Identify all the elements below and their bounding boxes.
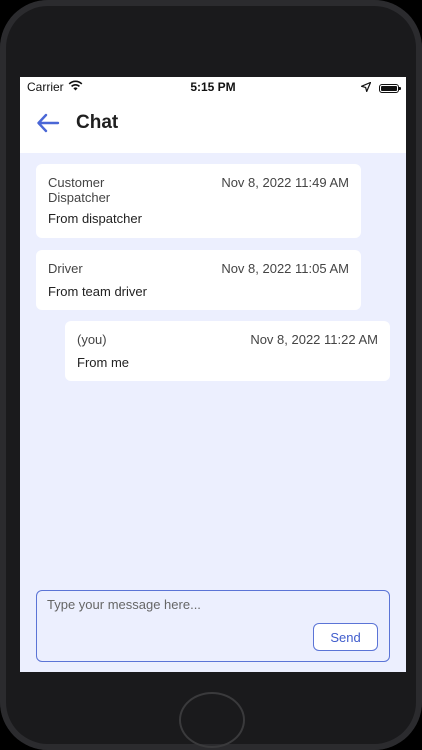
app-bar: Chat <box>20 97 406 153</box>
phone-device: Carrier 5:15 PM Chat Customer Dispatcher… <box>0 0 422 750</box>
message-timestamp: Nov 8, 2022 11:22 AM <box>250 332 378 347</box>
message-text: From dispatcher <box>48 211 142 226</box>
location-arrow-icon <box>360 81 372 95</box>
own-message-bubble: (you) Nov 8, 2022 11:22 AM From me <box>65 321 390 381</box>
back-button[interactable] <box>34 111 62 139</box>
message-bubble: Driver Nov 8, 2022 11:05 AM From team dr… <box>36 250 361 310</box>
message-composer: Send <box>36 590 390 662</box>
page-title: Chat <box>76 112 119 133</box>
message-sender: Driver <box>48 261 83 276</box>
status-right <box>360 81 401 95</box>
message-bubble: Customer Dispatcher Nov 8, 2022 11:49 AM… <box>36 164 361 238</box>
arrow-left-icon <box>36 113 60 138</box>
message-timestamp: Nov 8, 2022 11:49 AM <box>221 175 349 190</box>
message-text: From me <box>77 355 129 370</box>
status-bar: Carrier 5:15 PM <box>20 77 406 97</box>
app-screen: Carrier 5:15 PM Chat Customer Dispatcher… <box>20 77 406 672</box>
message-text: From team driver <box>48 284 147 299</box>
home-button[interactable] <box>179 692 245 748</box>
message-timestamp: Nov 8, 2022 11:05 AM <box>221 261 349 276</box>
status-time: 5:15 PM <box>190 80 236 94</box>
message-sender: Customer Dispatcher <box>48 175 111 205</box>
message-input[interactable] <box>47 597 367 612</box>
message-sender: (you) <box>77 332 107 347</box>
battery-icon <box>379 83 401 93</box>
send-button[interactable]: Send <box>313 623 378 651</box>
